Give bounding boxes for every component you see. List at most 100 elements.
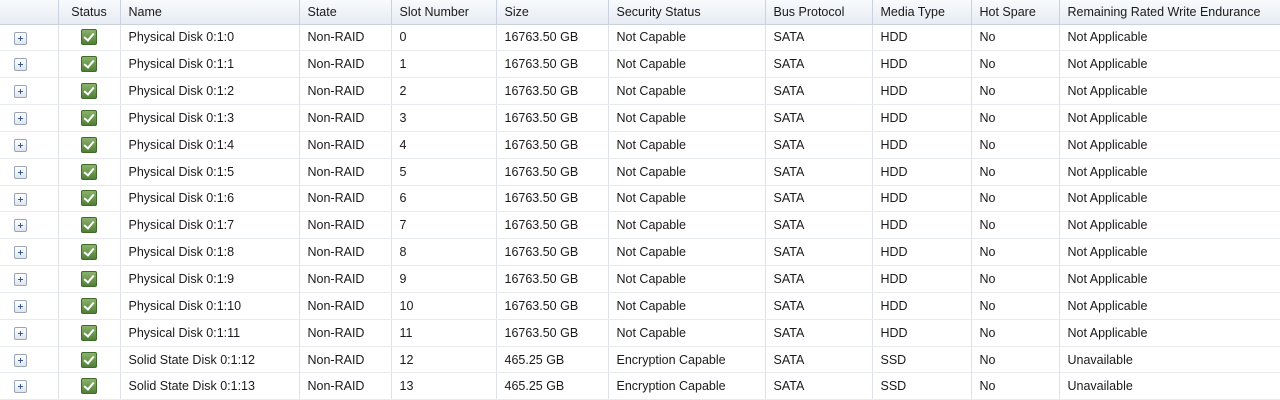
slot-number-cell: 5: [391, 158, 497, 186]
disk-size-cell: 16763.50 GB: [496, 292, 609, 320]
ok-check-icon: [81, 29, 97, 46]
disk-state-cell: Non-RAID: [299, 211, 392, 240]
slot-number-cell: 12: [391, 346, 497, 374]
disk-name-cell: Physical Disk 0:1:9: [120, 265, 300, 293]
write-endurance-cell: Not Applicable: [1059, 77, 1280, 106]
security-status-cell: Not Capable: [608, 265, 766, 293]
table-row: Physical Disk 0:1:2 Non-RAID 2 16763.50 GB N…: [0, 77, 1280, 106]
column-header-slot-number[interactable]: Slot Number: [391, 0, 497, 25]
expand-row-button[interactable]: [14, 273, 27, 287]
column-header-hot-spare[interactable]: Hot Spare: [971, 0, 1060, 25]
write-endurance-cell: Not Applicable: [1059, 131, 1280, 159]
disk-size-cell: 465.25 GB: [496, 372, 609, 400]
expand-cell: [0, 292, 59, 320]
disk-name-cell: Solid State Disk 0:1:13: [120, 372, 300, 400]
hot-spare-cell: No: [971, 24, 1060, 52]
status-cell: [58, 50, 121, 79]
slot-number-cell: 4: [391, 131, 497, 159]
bus-protocol-cell: SATA: [765, 372, 873, 400]
media-type-cell: HDD: [872, 77, 972, 106]
expand-row-button[interactable]: [14, 299, 27, 313]
slot-number-cell: 8: [391, 238, 497, 267]
disk-size-cell: 16763.50 GB: [496, 211, 609, 240]
expand-cell: [0, 211, 59, 240]
table-row: Physical Disk 0:1:9 Non-RAID 9 16763.50 GB N…: [0, 265, 1280, 293]
media-type-cell: HDD: [872, 319, 972, 347]
column-header-state[interactable]: State: [299, 0, 392, 25]
status-cell: [58, 265, 121, 293]
column-header-status[interactable]: Status: [58, 0, 121, 25]
media-type-cell: HDD: [872, 24, 972, 52]
bus-protocol-cell: SATA: [765, 346, 873, 374]
disk-size-cell: 16763.50 GB: [496, 50, 609, 79]
expand-cell: [0, 50, 59, 79]
column-header-size[interactable]: Size: [496, 0, 609, 25]
disk-state-cell: Non-RAID: [299, 158, 392, 186]
expand-cell: [0, 319, 59, 347]
ok-check-icon: [81, 351, 97, 368]
media-type-cell: SSD: [872, 346, 972, 374]
table-header: Status Name State Slot Number Size Secur…: [0, 0, 1280, 25]
column-header-bus-protocol[interactable]: Bus Protocol: [765, 0, 873, 25]
expand-cell: [0, 265, 59, 293]
table-row: Solid State Disk 0:1:12 Non-RAID 12 465.25 …: [0, 346, 1280, 374]
bus-protocol-cell: SATA: [765, 77, 873, 106]
bus-protocol-cell: SATA: [765, 265, 873, 293]
disk-name-cell: Physical Disk 0:1:7: [120, 211, 300, 240]
disk-state-cell: Non-RAID: [299, 292, 392, 320]
disk-size-cell: 16763.50 GB: [496, 158, 609, 186]
expand-row-button[interactable]: [14, 112, 27, 126]
expand-row-button[interactable]: [14, 246, 27, 260]
status-cell: [58, 104, 121, 132]
hot-spare-cell: No: [971, 77, 1060, 106]
column-header-security-status[interactable]: Security Status: [608, 0, 766, 25]
hot-spare-cell: No: [971, 50, 1060, 79]
write-endurance-cell: Not Applicable: [1059, 211, 1280, 240]
disk-size-cell: 16763.50 GB: [496, 319, 609, 347]
expand-row-button[interactable]: [14, 192, 27, 206]
hot-spare-cell: No: [971, 238, 1060, 267]
slot-number-cell: 7: [391, 211, 497, 240]
disk-state-cell: Non-RAID: [299, 265, 392, 293]
expand-cell: [0, 238, 59, 267]
ok-check-icon: [81, 83, 97, 100]
disk-name-cell: Physical Disk 0:1:0: [120, 24, 300, 52]
expand-row-button[interactable]: [14, 85, 27, 99]
expand-row-button[interactable]: [14, 219, 27, 233]
expand-cell: [0, 346, 59, 374]
expand-row-button[interactable]: [14, 326, 27, 340]
expand-row-button[interactable]: [14, 165, 27, 179]
expand-row-button[interactable]: [14, 380, 27, 394]
ok-check-icon: [81, 271, 97, 288]
ok-check-icon: [81, 163, 97, 180]
disk-name-cell: Physical Disk 0:1:6: [120, 185, 300, 213]
status-cell: [58, 292, 121, 320]
expand-row-button[interactable]: [14, 138, 27, 152]
expand-row-button[interactable]: [14, 58, 27, 72]
write-endurance-cell: Unavailable: [1059, 372, 1280, 400]
ok-check-icon: [81, 297, 97, 314]
media-type-cell: HDD: [872, 50, 972, 79]
column-header-write-endurance[interactable]: Remaining Rated Write Endurance: [1059, 0, 1280, 25]
table-row: Physical Disk 0:1:10 Non-RAID 10 16763.50 G…: [0, 292, 1280, 320]
hot-spare-cell: No: [971, 292, 1060, 320]
ok-check-icon: [81, 136, 97, 153]
disk-state-cell: Non-RAID: [299, 24, 392, 52]
disk-size-cell: 16763.50 GB: [496, 185, 609, 213]
security-status-cell: Not Capable: [608, 319, 766, 347]
expand-row-button[interactable]: [14, 31, 27, 45]
slot-number-cell: 3: [391, 104, 497, 132]
security-status-cell: Encryption Capable: [608, 372, 766, 400]
ok-check-icon: [81, 109, 97, 126]
expand-row-button[interactable]: [14, 353, 27, 367]
write-endurance-cell: Not Applicable: [1059, 24, 1280, 52]
column-header-name[interactable]: Name: [120, 0, 300, 25]
disk-name-cell: Physical Disk 0:1:5: [120, 158, 300, 186]
hot-spare-cell: No: [971, 131, 1060, 159]
column-header-media-type[interactable]: Media Type: [872, 0, 972, 25]
write-endurance-cell: Not Applicable: [1059, 292, 1280, 320]
disk-size-cell: 465.25 GB: [496, 346, 609, 374]
write-endurance-cell: Unavailable: [1059, 346, 1280, 374]
physical-disks-table: Status Name State Slot Number Size Secur…: [0, 0, 1280, 400]
slot-number-cell: 10: [391, 292, 497, 320]
